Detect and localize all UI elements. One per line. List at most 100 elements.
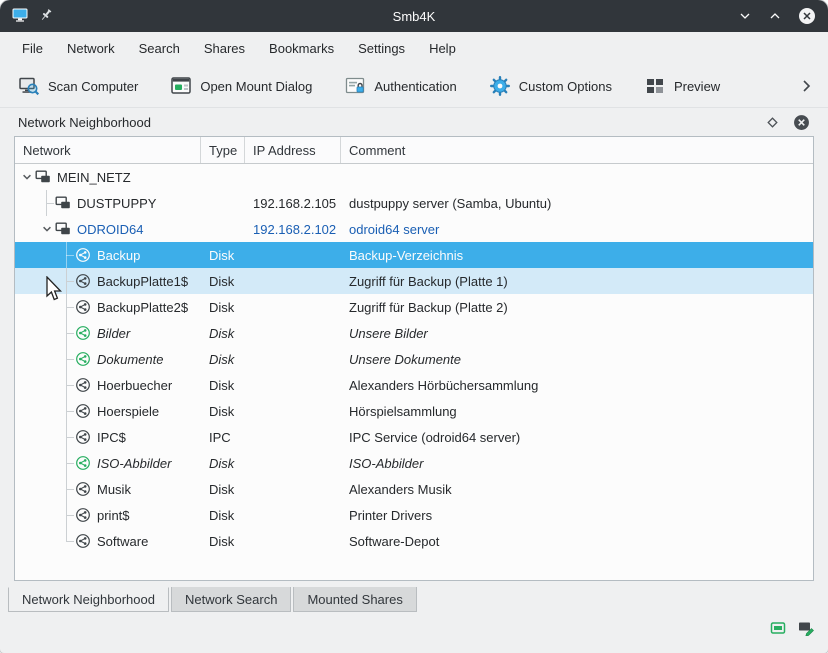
open-mount-dialog-button[interactable]: Open Mount Dialog — [166, 71, 316, 101]
type-cell: Disk — [201, 248, 245, 263]
mounted-shares-indicator-icon[interactable] — [770, 620, 786, 636]
dock-title: Network Neighborhood — [18, 115, 151, 130]
workgroup-icon — [35, 169, 51, 185]
tree-row-print-[interactable]: print$DiskPrinter Drivers — [15, 502, 813, 528]
menubar: FileNetworkSearchSharesBookmarksSettings… — [0, 32, 828, 65]
close-dock-icon[interactable] — [793, 114, 810, 131]
network-cell: ISO-Abbilder — [15, 450, 201, 476]
host-icon — [55, 221, 71, 237]
network-cell: Hoerspiele — [15, 398, 201, 424]
close-button[interactable] — [798, 7, 816, 25]
tree-row-odroid64[interactable]: ODROID64192.168.2.102odroid64 server — [15, 216, 813, 242]
expander-chevron-down-icon[interactable] — [39, 216, 55, 242]
tab-network-neighborhood[interactable]: Network Neighborhood — [8, 587, 169, 612]
node-label: Hoerbuecher — [97, 378, 172, 393]
tree-row-dustpuppy[interactable]: DUSTPUPPY192.168.2.105dustpuppy server (… — [15, 190, 813, 216]
tree-body: MEIN_NETZDUSTPUPPY192.168.2.105dustpuppy… — [15, 164, 813, 580]
menu-item-network[interactable]: Network — [57, 36, 125, 61]
titlebar[interactable]: Smb4K — [0, 0, 828, 32]
dock-tabbar: Network NeighborhoodNetwork SearchMounte… — [0, 587, 828, 612]
tree-row-backup[interactable]: BackupDiskBackup-Verzeichnis — [15, 242, 813, 268]
share-icon — [75, 481, 91, 497]
toolbar-buttons: Scan Computer Open Mount Dialog Authentica… — [14, 71, 724, 101]
tree-row-hoerbuecher[interactable]: Hoerbuecher Disk Alexanders Hörbüchersamml… — [15, 372, 813, 398]
tree-branch — [59, 398, 75, 424]
pin-icon[interactable] — [38, 7, 54, 26]
node-label: DUSTPUPPY — [77, 196, 156, 211]
tree-header: NetworkTypeIP AddressComment — [15, 137, 813, 164]
tree-row-dokumente[interactable]: DokumenteDiskUnsere Dokumente — [15, 346, 813, 372]
smb4k-window: Smb4K FileNetworkSearchSharesBookmarksSe… — [0, 0, 828, 653]
window-title: Smb4K — [0, 9, 828, 24]
column-header-network[interactable]: Network — [15, 137, 201, 163]
network-cell: Software — [15, 528, 201, 554]
float-dock-icon[interactable] — [766, 116, 779, 129]
type-cell: Disk — [201, 352, 245, 367]
app-icon — [12, 7, 28, 26]
menu-item-bookmarks[interactable]: Bookmarks — [259, 36, 344, 61]
open-mount-dialog-icon — [170, 75, 192, 97]
tree-row-software[interactable]: SoftwareDiskSoftware-Depot — [15, 528, 813, 554]
column-header-comment[interactable]: Comment — [341, 137, 813, 163]
network-neighborhood-dock: Network Neighborhood NetworkTypeIP Addre… — [0, 107, 828, 587]
tree-branch — [59, 294, 75, 320]
menu-item-settings[interactable]: Settings — [348, 36, 415, 61]
authentication-button[interactable]: Authentication — [340, 71, 460, 101]
expander-chevron-down-icon[interactable] — [19, 164, 35, 190]
menu-item-help[interactable]: Help — [419, 36, 466, 61]
preview-icon — [644, 75, 666, 97]
preview-button[interactable]: Preview — [640, 71, 724, 101]
network-cell: Hoerbuecher — [15, 372, 201, 398]
tree-row-bilder[interactable]: BilderDiskUnsere Bilder — [15, 320, 813, 346]
node-label: ODROID64 — [77, 222, 143, 237]
authentication-icon — [344, 75, 366, 97]
comment-cell: Alexanders Hörbüchersammlung — [341, 378, 813, 393]
tree-branch — [59, 476, 75, 502]
tree-row-iso-abbilder[interactable]: ISO-AbbilderDiskISO-Abbilder — [15, 450, 813, 476]
tree-row-backupplatte2-[interactable]: BackupPlatte2$DiskZugriff für Backup (Pl… — [15, 294, 813, 320]
minimize-button[interactable] — [738, 9, 752, 23]
toolbar-overflow-button[interactable] — [794, 74, 818, 98]
toolbar-button-label: Custom Options — [519, 79, 612, 94]
node-label: Backup — [97, 248, 140, 263]
maximize-button[interactable] — [768, 9, 782, 23]
menu-item-search[interactable]: Search — [129, 36, 190, 61]
column-header-type[interactable]: Type — [201, 137, 245, 163]
type-cell: Disk — [201, 326, 245, 341]
type-cell: Disk — [201, 378, 245, 393]
type-cell: Disk — [201, 456, 245, 471]
tree-row-musik[interactable]: MusikDiskAlexanders Musik — [15, 476, 813, 502]
tab-network-search[interactable]: Network Search — [171, 587, 291, 612]
scan-computer-button[interactable]: Scan Computer — [14, 71, 142, 101]
share-mounted-icon — [75, 325, 91, 341]
comment-cell: Hörspielsammlung — [341, 404, 813, 419]
tree-branch — [59, 528, 75, 554]
share-icon — [75, 533, 91, 549]
menu-item-file[interactable]: File — [12, 36, 53, 61]
tree-row-backupplatte1-[interactable]: BackupPlatte1$DiskZugriff für Backup (Pl… — [15, 268, 813, 294]
comment-cell: Zugriff für Backup (Platte 1) — [341, 274, 813, 289]
menu-item-shares[interactable]: Shares — [194, 36, 255, 61]
tree-row-ipc-[interactable]: IPC$IPCIPC Service (odroid64 server) — [15, 424, 813, 450]
network-cell: BackupPlatte2$ — [15, 294, 201, 320]
column-header-ip-address[interactable]: IP Address — [245, 137, 341, 163]
network-tree: NetworkTypeIP AddressComment MEIN_NETZDU… — [14, 136, 814, 581]
tree-row-hoerspiele[interactable]: HoerspieleDiskHörspielsammlung — [15, 398, 813, 424]
scan-computer-icon — [18, 75, 40, 97]
statusbar — [0, 612, 828, 653]
custom-options-button[interactable]: Custom Options — [485, 71, 616, 101]
tab-mounted-shares[interactable]: Mounted Shares — [293, 587, 416, 612]
tree-branch — [59, 242, 75, 268]
network-cell: IPC$ — [15, 424, 201, 450]
dock-header[interactable]: Network Neighborhood — [8, 108, 820, 136]
tree-branch — [59, 320, 75, 346]
share-mounted-icon — [75, 351, 91, 367]
network-cell: Dokumente — [15, 346, 201, 372]
toolbar-button-label: Scan Computer — [48, 79, 138, 94]
type-cell: Disk — [201, 300, 245, 315]
host-icon — [55, 195, 71, 211]
type-cell: Disk — [201, 482, 245, 497]
network-edit-icon[interactable] — [798, 620, 814, 636]
tree-row-mein-netz[interactable]: MEIN_NETZ — [15, 164, 813, 190]
node-label: Hoerspiele — [97, 404, 159, 419]
